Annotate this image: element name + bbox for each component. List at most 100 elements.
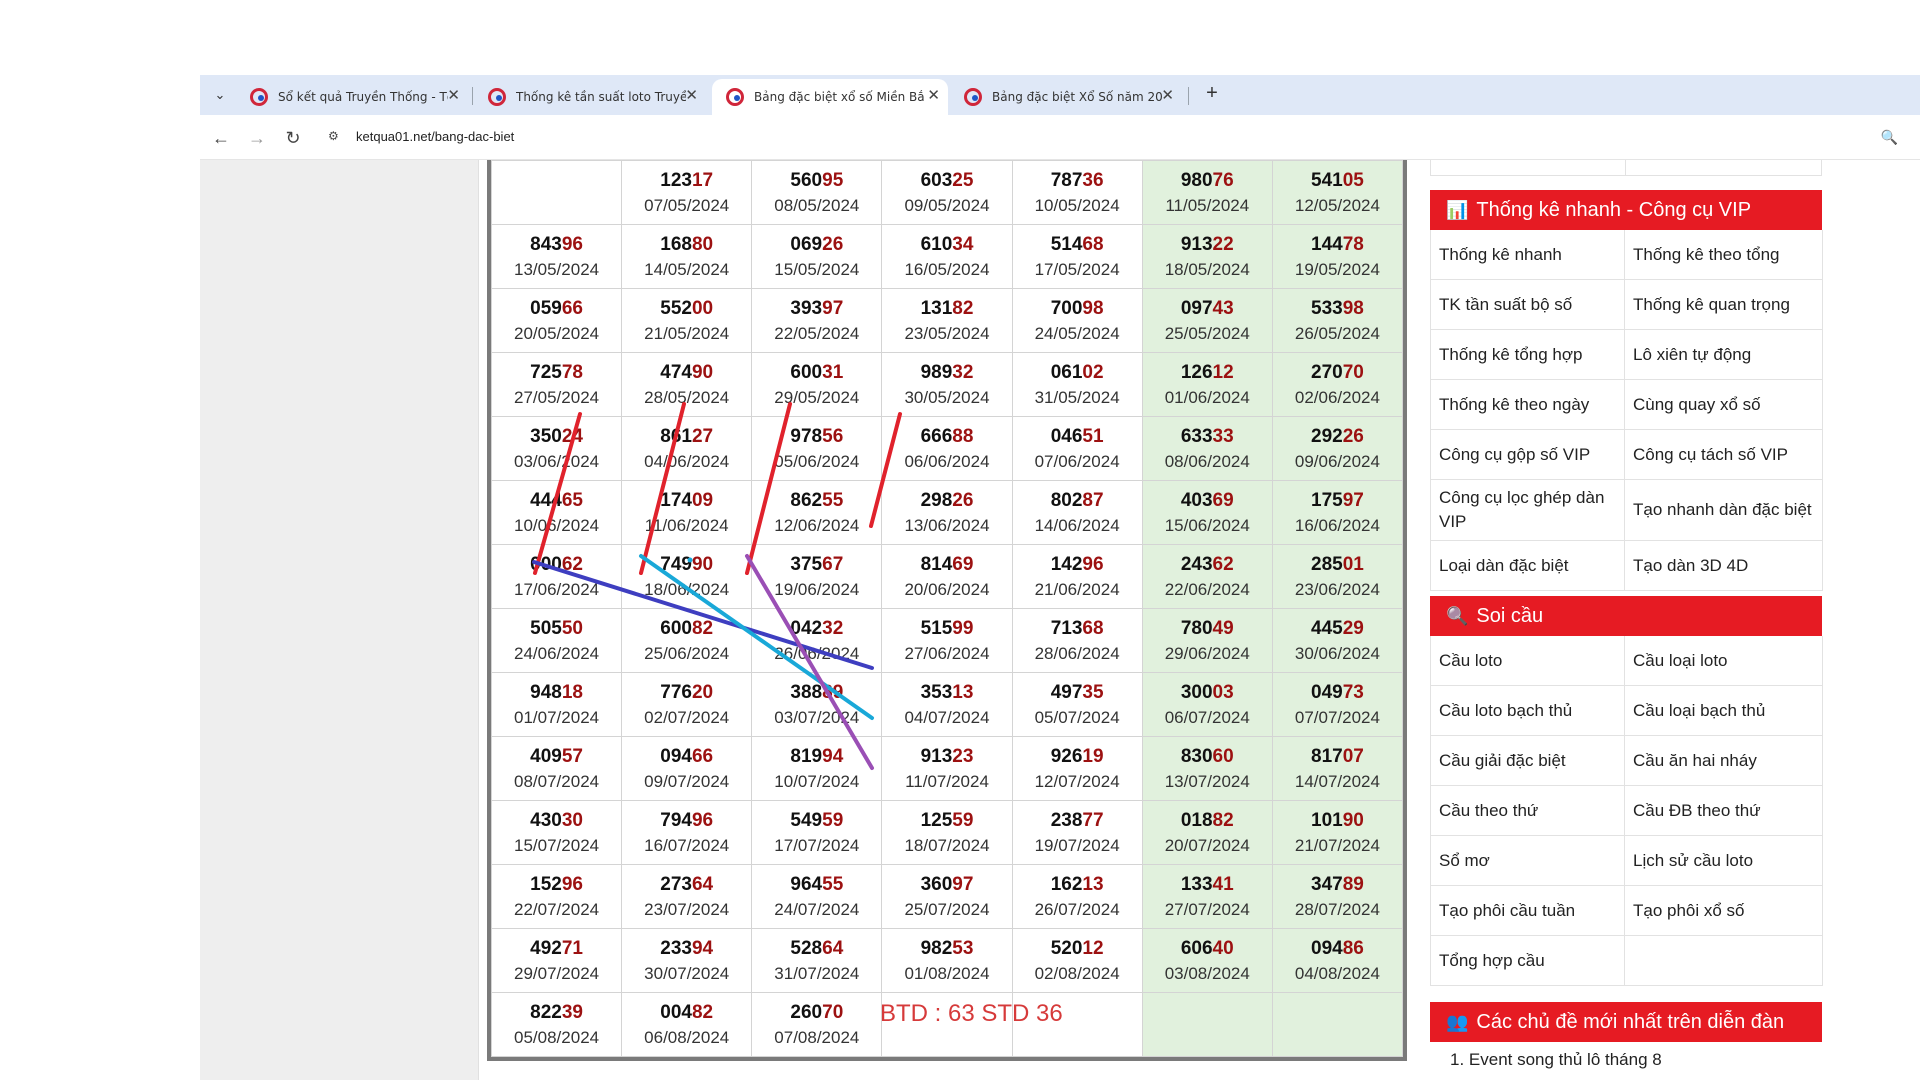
tab-search-chevron-icon[interactable]: ⌄ [208,83,232,107]
url-text[interactable]: ketqua01.net/bang-dac-biet [356,129,514,144]
zoom-icon[interactable]: 🔍 [1881,129,1898,146]
number-head: 353 [920,681,953,703]
draw-date: 05/06/2024 [774,451,860,471]
number-head: 862 [790,489,823,511]
sidebar-link[interactable]: TK tần suất bộ số [1431,280,1625,330]
special-prize-number: 84396 [492,232,621,258]
number-tail: 20 [691,681,714,703]
sidebar-link[interactable]: Thống kê nhanh [1431,230,1625,280]
sidebar-link[interactable]: Sổ mơ [1431,836,1625,886]
sidebar-link[interactable]: Lô xiên tự động [1625,330,1823,380]
draw-date: 08/06/2024 [1164,451,1250,471]
number-head: 094 [660,745,692,767]
draw-date: 30/07/2024 [644,963,730,983]
table-cell: 98253 01/08/2024 [881,928,1013,993]
sidebar-link[interactable]: Cùng quay xổ số [1625,380,1823,430]
close-icon[interactable]: ✕ [927,86,940,104]
number-tail: 70 [822,1001,844,1023]
browser-toolbar: ← → ↻ ⚙ ketqua01.net/bang-dac-biet 🔍 [200,115,1920,160]
number-head: 018 [1180,809,1213,831]
forum-topic-link[interactable]: 1. Event song thủ lô tháng 8 [1450,1050,1802,1070]
special-prize-number: 55200 [622,296,751,322]
draw-date: 16/05/2024 [904,259,990,279]
site-settings-icon[interactable]: ⚙ [328,129,344,145]
draw-date: 10/05/2024 [1034,195,1120,215]
number-tail: 96 [561,233,583,255]
sidebar-link[interactable]: Thống kê quan trọng [1625,280,1823,330]
draw-date: 01/06/2024 [1164,387,1250,407]
sidebar-link[interactable]: Cầu giải đặc biệt [1431,736,1625,786]
number-tail: 98 [1342,297,1364,319]
special-prize-number: 81469 [882,552,1011,578]
number-head: 273 [660,873,692,895]
draw-date: 22/05/2024 [774,323,860,343]
close-icon[interactable]: ✕ [447,86,460,104]
table-cell: 04232 26/06/2024 [751,608,883,673]
number-tail: 56 [822,425,844,447]
forward-arrow-icon[interactable]: → [244,125,270,151]
table-cell: 60031 29/05/2024 [751,352,883,417]
sidebar-link[interactable]: Công cụ tách số VIP [1625,430,1823,480]
new-tab-button[interactable]: + [1200,82,1224,106]
tab-divider [472,87,473,105]
sidebar-link[interactable]: Công cụ lọc ghép dàn VIP [1431,480,1625,541]
special-prize-number: 53398 [1273,296,1402,322]
reload-icon[interactable]: ↻ [280,125,306,151]
sidebar-link[interactable]: Lịch sử cầu loto [1625,836,1823,886]
number-tail: 18 [561,681,583,703]
special-prize-number: 52012 [1013,936,1142,962]
special-prize-number: 49271 [492,936,621,962]
table-cell: 98932 30/05/2024 [881,352,1013,417]
number-head: 497 [1050,681,1083,703]
number-head: 787 [1050,169,1083,191]
tab-3-active[interactable]: Bảng đặc biệt xổ số Miền Bắc th ✕ [712,79,948,115]
tab-1[interactable]: Sổ kết quả Truyền Thống - Tổng ✕ [236,79,468,115]
draw-date: 30/05/2024 [904,387,990,407]
back-arrow-icon[interactable]: ← [208,125,234,151]
special-prize-number: 83060 [1143,744,1272,770]
sidebar-link[interactable]: Cầu ăn hai nháy [1625,736,1823,786]
sidebar-link[interactable]: Cầu loto [1431,636,1625,686]
number-tail: 99 [952,617,974,639]
sidebar-link[interactable]: Thống kê theo ngày [1431,380,1625,430]
draw-date: 05/07/2024 [1034,707,1120,727]
draw-date: 26/06/2024 [774,643,860,663]
sidebar-link[interactable]: Cầu ĐB theo thứ [1625,786,1823,836]
table-cell: 78736 10/05/2024 [1011,160,1143,225]
sidebar-link[interactable]: Thống kê theo tổng [1625,230,1823,280]
sidebar-link[interactable]: Tạo phôi xổ số [1625,886,1823,936]
close-icon[interactable]: ✕ [1161,86,1174,104]
draw-date: 02/07/2024 [644,707,730,727]
special-prize-number: 61034 [882,232,1011,258]
draw-date: 18/06/2024 [644,579,730,599]
close-icon[interactable]: ✕ [685,86,698,104]
table-cell: 81707 14/07/2024 [1271,736,1404,801]
sidebar-link[interactable]: Thống kê tổng hợp [1431,330,1625,380]
address-bar[interactable]: ⚙ ketqua01.net/bang-dac-biet [316,121,1896,153]
number-tail: 31 [822,361,844,383]
number-tail: 82 [691,1001,714,1023]
number-head: 298 [920,489,953,511]
sidebar-link[interactable]: Tạo nhanh dàn đặc biệt [1625,480,1823,541]
sidebar-link[interactable]: Cầu loại loto [1625,636,1823,686]
sidebar-link[interactable]: Công cụ gộp số VIP [1431,430,1625,480]
number-head: 552 [660,297,692,319]
sidebar-link[interactable]: Loại dàn đặc biệt [1431,541,1625,591]
draw-date: 28/06/2024 [1034,643,1120,663]
draw-date: 21/06/2024 [1034,579,1120,599]
draw-date: 23/05/2024 [904,323,990,343]
sidebar-link[interactable]: Cầu loto bạch thủ [1431,686,1625,736]
draw-date: 16/07/2024 [644,835,730,855]
sidebar-link[interactable]: Cầu loại bạch thủ [1625,686,1823,736]
tab-4[interactable]: Bảng đặc biệt Xổ Số năm 2024 ✕ [950,79,1182,115]
special-prize-number: 98253 [882,936,1011,962]
sidebar-link[interactable]: Tạo dàn 3D 4D [1625,541,1823,591]
tab-2[interactable]: Thống kê tần suất loto Truyền T ✕ [474,79,706,115]
special-prize-number: 26070 [752,1000,881,1026]
table-cell [1141,992,1273,1057]
sidebar-link[interactable]: Tạo phôi cầu tuần [1431,886,1625,936]
table-cell: 14296 21/06/2024 [1011,544,1143,609]
draw-date: 13/06/2024 [904,515,990,535]
sidebar-link[interactable]: Cầu theo thứ [1431,786,1625,836]
sidebar-link[interactable]: Tổng hợp cầu [1431,936,1625,986]
